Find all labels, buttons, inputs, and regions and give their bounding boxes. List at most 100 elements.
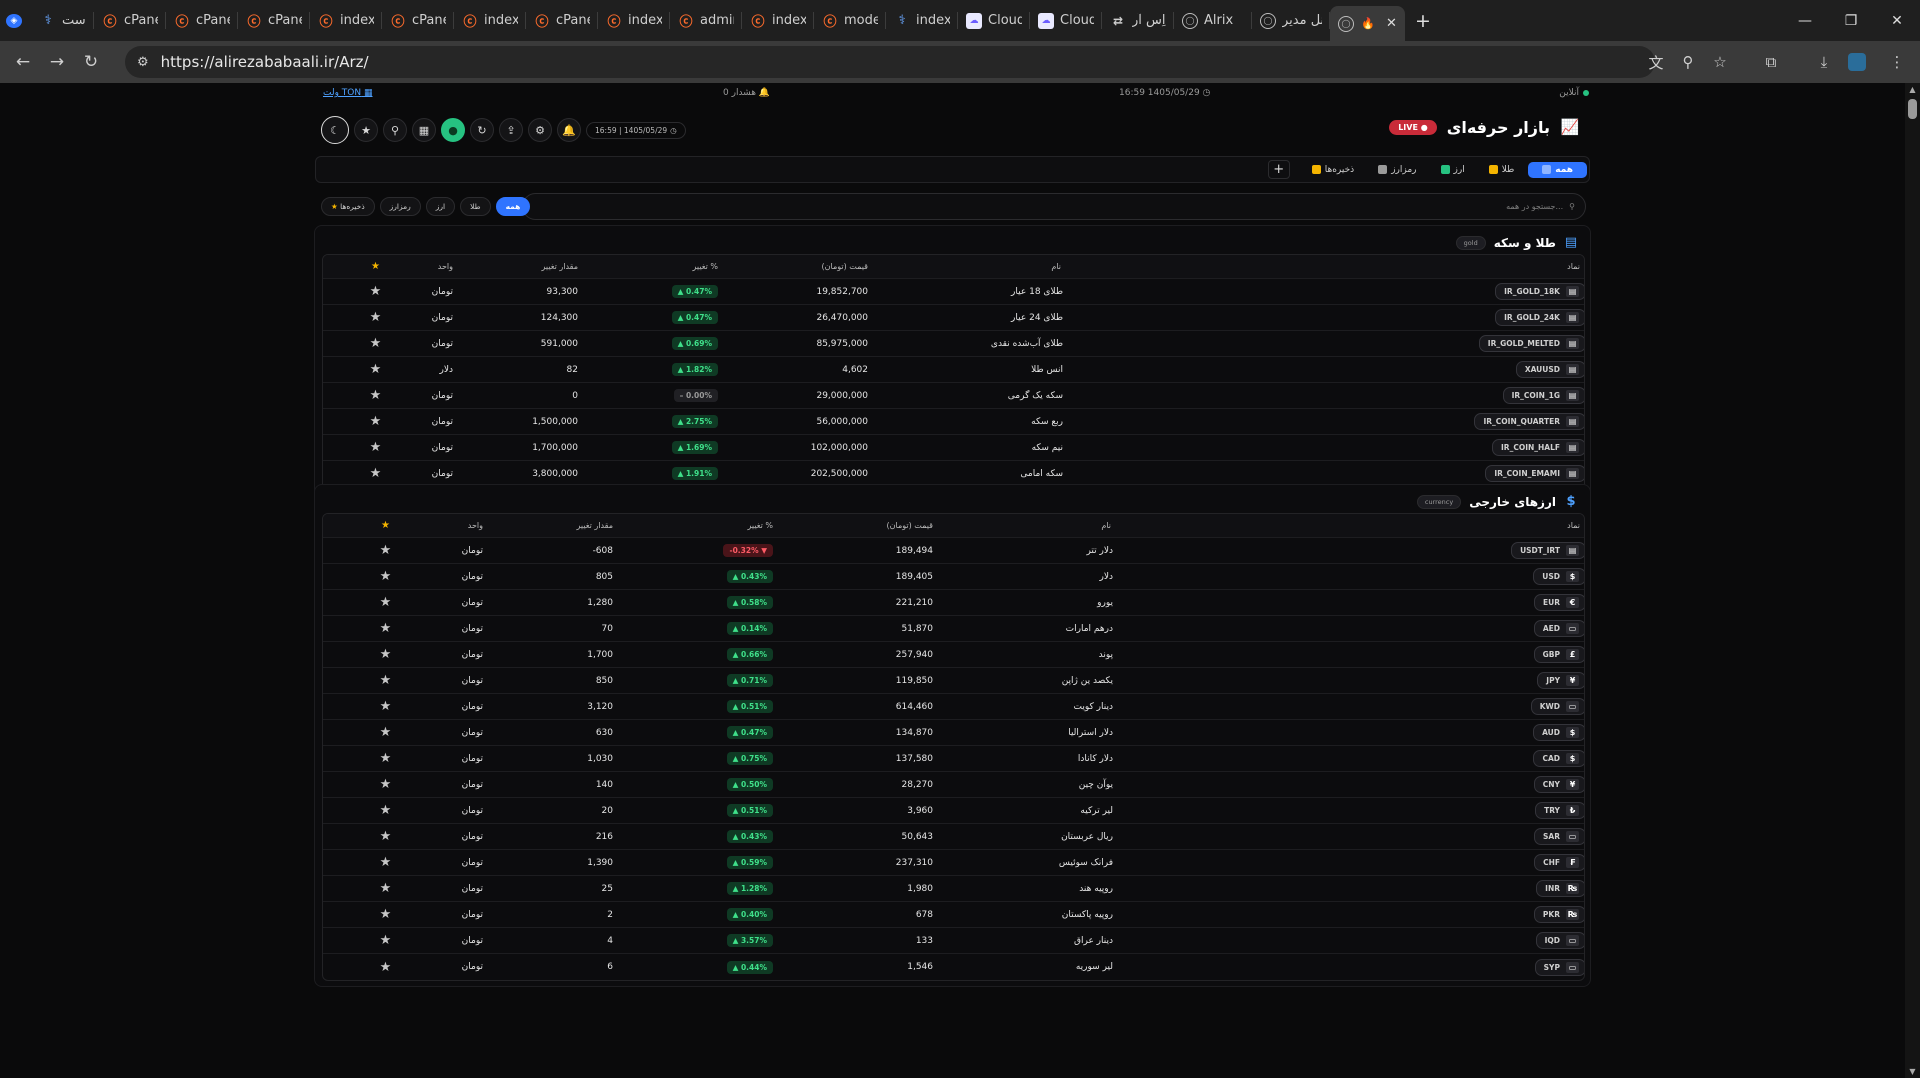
favorite-star-icon[interactable]: ★ bbox=[380, 595, 392, 610]
symbol-badge[interactable]: AED ▭ bbox=[1533, 620, 1584, 637]
scrollbar-thumb[interactable] bbox=[1908, 99, 1917, 119]
tab-search-button[interactable]: ◈ bbox=[0, 0, 32, 41]
favorite-star-icon[interactable]: ★ bbox=[380, 751, 392, 766]
table-row[interactable]: EUR € یورو 221,210 ▲ 0.58% 1,280 تومان ★ bbox=[323, 590, 1584, 616]
favorite-star-icon[interactable]: ★ bbox=[380, 803, 392, 818]
page-scrollbar[interactable]: ▲ ▼ bbox=[1905, 83, 1920, 1078]
favorite-star-icon[interactable]: ★ bbox=[380, 699, 392, 714]
refresh-icon[interactable]: ↻ bbox=[470, 118, 494, 142]
table-row[interactable]: XAUUSD ▤ انس طلا 4,602 ▲ 1.82% 82 دلار ★ bbox=[323, 357, 1584, 383]
theme-toggle-moon-icon[interactable]: ☾ bbox=[321, 116, 349, 144]
restore-icon[interactable]: ❐ bbox=[1828, 0, 1874, 41]
search-icon[interactable]: ⚲ bbox=[383, 118, 407, 142]
forward-icon[interactable]: → bbox=[40, 45, 74, 79]
favorites-star-icon[interactable]: ★ bbox=[354, 118, 378, 142]
favorite-star-icon[interactable]: ★ bbox=[370, 310, 382, 325]
table-row[interactable]: AED ▭ درهم امارات 51,870 ▲ 0.14% 70 تومان ★ bbox=[323, 616, 1584, 642]
symbol-badge[interactable]: INR ₨ bbox=[1536, 880, 1584, 897]
table-row[interactable]: PKR ₨ روپیه پاکستان 678 ▲ 0.40% 2 تومان ★ bbox=[323, 902, 1584, 928]
favorite-star-icon[interactable]: ★ bbox=[380, 960, 392, 975]
browser-tab[interactable]: ⓒ cPanel F bbox=[382, 0, 454, 41]
filter-chip[interactable]: طلا bbox=[460, 197, 491, 216]
favorite-star-icon[interactable]: ★ bbox=[380, 855, 392, 870]
zoom-icon[interactable]: ⚲ bbox=[1671, 45, 1705, 79]
notifications-bell-icon[interactable]: 🔔 bbox=[557, 118, 581, 142]
table-row[interactable]: IR_COIN_QUARTER ▤ ربع سکه 56,000,000 ▲ 2.75%… bbox=[323, 409, 1584, 435]
symbol-badge[interactable]: EUR € bbox=[1534, 594, 1584, 611]
symbol-badge[interactable]: XAUUSD ▤ bbox=[1515, 361, 1584, 378]
table-row[interactable]: IR_GOLD_18K ▤ طلای 18 عیار 19,852,700 ▲ 0.47… bbox=[323, 279, 1584, 305]
translate-icon[interactable]: 文 bbox=[1639, 45, 1673, 79]
profile-icon[interactable] bbox=[1840, 45, 1874, 79]
symbol-badge[interactable]: IR_COIN_HALF ▤ bbox=[1492, 439, 1584, 456]
favorite-star-icon[interactable]: ★ bbox=[380, 777, 392, 792]
search-input[interactable]: جستجو در همه... ⚲ bbox=[522, 193, 1586, 220]
settings-gear-icon[interactable]: ⚙ bbox=[528, 118, 552, 142]
favorite-star-icon[interactable]: ★ bbox=[380, 881, 392, 896]
minimize-icon[interactable]: — bbox=[1782, 0, 1828, 41]
new-tab-button[interactable]: + bbox=[1405, 0, 1441, 41]
symbol-badge[interactable]: AUD $ bbox=[1533, 724, 1584, 741]
filter-chip[interactable]: ★ ذخیره‌ها bbox=[321, 197, 375, 216]
symbol-badge[interactable]: IR_GOLD_MELTED ▤ bbox=[1478, 335, 1584, 352]
browser-tab[interactable]: ⓒ modern bbox=[814, 0, 886, 41]
browser-tab[interactable]: ⓒ cPanel F bbox=[526, 0, 598, 41]
category-tab[interactable]: ارز bbox=[1431, 162, 1475, 178]
browser-tab[interactable]: ⓒ index.pl bbox=[742, 0, 814, 41]
table-row[interactable]: SYP ▭ لیر سوریه 1,546 ▲ 0.44% 6 تومان ★ bbox=[323, 954, 1584, 980]
filter-chip[interactable]: ارز bbox=[425, 197, 456, 216]
table-row[interactable]: IQD ▭ دینار عراق 133 ▲ 3.57% 4 تومان ★ bbox=[323, 928, 1584, 954]
site-settings-icon[interactable]: ⚙ bbox=[137, 55, 149, 70]
symbol-badge[interactable]: IQD ▭ bbox=[1535, 932, 1584, 949]
table-row[interactable]: SAR ▭ ریال عربستان 50,643 ▲ 0.43% 216 تومان ★ bbox=[323, 824, 1584, 850]
table-row[interactable]: IR_COIN_1G ▤ سکه یک گرمی 29,000,000– 0.00% 0… bbox=[323, 383, 1584, 409]
table-row[interactable]: CHF ₣ فرانک سوئیس 237,310 ▲ 0.59% 1,390 تومان ★ bbox=[323, 850, 1584, 876]
symbol-badge[interactable]: SAR ▭ bbox=[1534, 828, 1584, 845]
favorite-star-icon[interactable]: ★ bbox=[380, 725, 392, 740]
favorite-star-icon[interactable]: ★ bbox=[370, 440, 382, 455]
add-tab-button[interactable]: + bbox=[1267, 160, 1290, 179]
symbol-badge[interactable]: KWD ▭ bbox=[1530, 698, 1584, 715]
symbol-badge[interactable]: CAD $ bbox=[1533, 750, 1584, 767]
table-row[interactable]: GBP £ پوند 257,940 ▲ 0.66% 1,700 تومان ★ bbox=[323, 642, 1584, 668]
extensions-icon[interactable]: ⧉ bbox=[1754, 45, 1788, 79]
close-window-icon[interactable]: ✕ bbox=[1874, 0, 1920, 41]
browser-tab[interactable]: ⇄ آر اِس آر bbox=[1102, 0, 1174, 41]
browser-tab[interactable]: ☁ CloudU bbox=[1030, 0, 1102, 41]
symbol-badge[interactable]: IR_GOLD_24K ▤ bbox=[1495, 309, 1584, 326]
category-tab[interactable]: همه bbox=[1528, 161, 1587, 178]
table-row[interactable]: USD $ دلار 189,405 ▲ 0.43% 805 تومان ★ bbox=[323, 564, 1584, 590]
favorite-star-icon[interactable]: ★ bbox=[370, 336, 382, 351]
favorite-star-icon[interactable]: ★ bbox=[380, 829, 392, 844]
symbol-badge[interactable]: IR_GOLD_18K ▤ bbox=[1495, 283, 1584, 300]
category-tab[interactable]: طلا bbox=[1479, 162, 1525, 178]
back-icon[interactable]: ← bbox=[6, 45, 40, 79]
address-bar[interactable]: ⚙ https://alirezababaali.ir/Arz/ bbox=[125, 46, 1655, 78]
table-row[interactable]: IR_GOLD_24K ▤ طلای 24 عیار 26,470,000 ▲ 0.47… bbox=[323, 305, 1584, 331]
symbol-badge[interactable]: CNY ¥ bbox=[1533, 776, 1584, 793]
favorite-star-icon[interactable]: ★ bbox=[370, 414, 382, 429]
symbol-badge[interactable]: TRY ₺ bbox=[1535, 802, 1584, 819]
browser-tab[interactable]: ⓒ cPanel - bbox=[94, 0, 166, 41]
reload-icon[interactable]: ↻ bbox=[74, 45, 108, 79]
downloads-icon[interactable]: ⤓ bbox=[1807, 45, 1841, 79]
ton-wallet-link[interactable]: ولت TON ▦ bbox=[323, 88, 373, 98]
table-row[interactable]: KWD ▭ دینار کویت 614,460 ▲ 0.51% 3,120 تومان ★ bbox=[323, 694, 1584, 720]
symbol-badge[interactable]: CHF ₣ bbox=[1534, 854, 1584, 871]
favorite-star-icon[interactable]: ★ bbox=[370, 284, 382, 299]
table-row[interactable]: IR_GOLD_MELTED ▤ طلای آب‌شده نقدی 85,975,00… bbox=[323, 331, 1584, 357]
table-row[interactable]: IR_COIN_HALF ▤ نیم سکه 102,000,000 ▲ 1.69% 1,… bbox=[323, 435, 1584, 461]
favorite-star-icon[interactable]: ★ bbox=[380, 621, 392, 636]
table-row[interactable]: AUD $ دلار استرالیا 134,870 ▲ 0.47% 630 تومان ★ bbox=[323, 720, 1584, 746]
menu-icon[interactable]: ⋮ bbox=[1880, 45, 1914, 79]
bookmark-star-icon[interactable]: ☆ bbox=[1703, 45, 1737, 79]
browser-tab[interactable]: ⓒ index.pl bbox=[598, 0, 670, 41]
favorite-star-icon[interactable]: ★ bbox=[380, 907, 392, 922]
symbol-badge[interactable]: USDT_IRT ▤ bbox=[1511, 542, 1584, 559]
close-tab-icon[interactable]: ✕ bbox=[1386, 16, 1397, 31]
table-row[interactable]: CNY ¥ یوآن چین 28,270 ▲ 0.50% 140 تومان ★ bbox=[323, 772, 1584, 798]
browser-tab[interactable]: ⚕ index.pl bbox=[886, 0, 958, 41]
category-tab[interactable]: رمزارز bbox=[1368, 162, 1426, 178]
browser-tab[interactable]: ⚕ هاست | bbox=[32, 0, 94, 41]
symbol-badge[interactable]: SYP ▭ bbox=[1534, 958, 1584, 976]
